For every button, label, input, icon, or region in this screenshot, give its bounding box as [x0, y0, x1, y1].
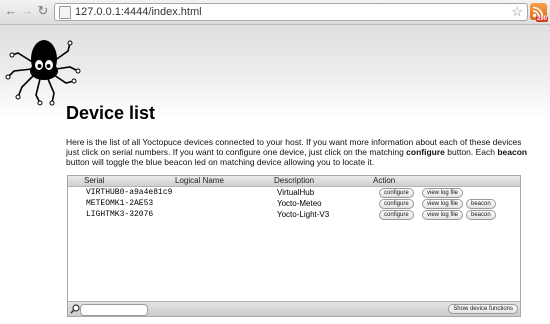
table-row: VIRTHUB0-a9a4e81c9 VirtualHub configure …	[68, 187, 520, 198]
beacon-button[interactable]: beacon	[466, 199, 496, 209]
page-icon	[59, 6, 71, 19]
column-header-description[interactable]: Description	[274, 176, 314, 186]
serial-link[interactable]: LIGHTMK3-32076	[86, 209, 174, 220]
intro-text: button. Each	[444, 147, 498, 157]
filter-input[interactable]	[80, 304, 148, 316]
browser-toolbar: ← → ↻ 127.0.0.1:4444/index.html ☆ 290	[0, 0, 550, 25]
configure-button[interactable]: configure	[379, 210, 414, 220]
rss-count-badge: 290	[535, 16, 548, 22]
grid-header: Serial Logical Name Description Action	[68, 176, 520, 187]
column-header-serial[interactable]: Serial	[84, 176, 104, 186]
column-header-action[interactable]: Action	[373, 176, 395, 186]
column-header-logical-name[interactable]: Logical Name	[175, 176, 224, 186]
page-title: Device list	[66, 103, 156, 123]
view-log-button[interactable]: view log file	[422, 199, 464, 209]
configure-button[interactable]: configure	[379, 199, 414, 209]
url-text: 127.0.0.1:4444/index.html	[75, 6, 202, 18]
intro-beacon-term: beacon	[497, 147, 528, 157]
description-cell: Yocto-Meteo	[277, 199, 322, 208]
serial-link[interactable]: METEOMK1-2AE53	[86, 198, 174, 209]
description-cell: VirtualHub	[277, 188, 315, 197]
yoctopuce-octopus-logo	[5, 40, 81, 106]
grid-footer: Show device functions	[68, 301, 520, 316]
rss-extension-icon[interactable]: 290	[530, 3, 548, 22]
beacon-button[interactable]: beacon	[466, 210, 496, 220]
intro-configure-term: configure	[406, 147, 445, 157]
intro-paragraph: Here is the list of all Yoctopuce device…	[66, 137, 534, 167]
address-bar[interactable]: 127.0.0.1:4444/index.html ☆	[54, 3, 528, 21]
reload-button[interactable]: ↻	[36, 4, 50, 18]
table-row: LIGHTMK3-32076 Yocto-Light-V3 configure …	[68, 209, 520, 220]
description-cell: Yocto-Light-V3	[277, 210, 330, 219]
forward-button[interactable]: →	[20, 4, 34, 18]
device-grid: Serial Logical Name Description Action V…	[67, 175, 521, 317]
page-content: Device list Here is the list of all Yoct…	[0, 25, 550, 324]
show-device-functions-button[interactable]: Show device functions	[448, 304, 518, 314]
configure-button[interactable]: configure	[379, 188, 414, 198]
intro-text: button will toggle the blue beacon led o…	[66, 157, 375, 167]
bookmark-star-icon[interactable]: ☆	[511, 4, 523, 20]
view-log-button[interactable]: view log file	[422, 188, 464, 198]
table-row: METEOMK1-2AE53 Yocto-Meteo configure vie…	[68, 198, 520, 209]
search-icon[interactable]	[70, 304, 80, 314]
serial-link[interactable]: VIRTHUB0-a9a4e81c9	[86, 187, 174, 198]
view-log-button[interactable]: view log file	[422, 210, 464, 220]
back-button[interactable]: ←	[4, 4, 18, 18]
